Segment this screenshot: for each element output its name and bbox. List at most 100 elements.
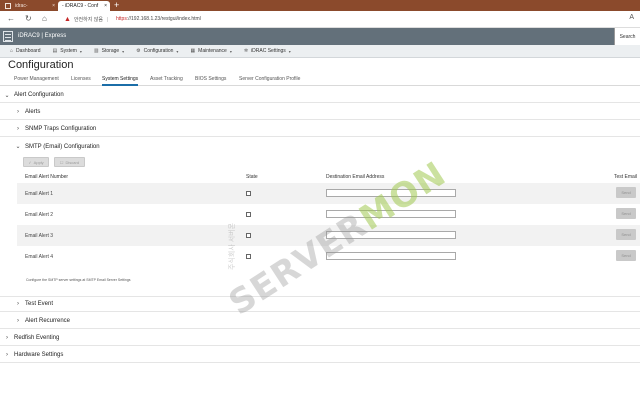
tab-close-icon[interactable]: × — [52, 3, 55, 9]
nav-label: Storage — [101, 48, 120, 54]
chevron-right-icon: › — [6, 351, 8, 358]
settings-icon: ✲ — [243, 48, 249, 54]
discard-label: Discard — [65, 159, 80, 165]
security-text: 안전하지 않음 — [73, 17, 103, 23]
nav-storage[interactable]: ▥ Storage ▾ — [88, 48, 130, 54]
storage-icon: ▥ — [93, 48, 99, 54]
column-email-alert-number: Email Alert Number — [25, 174, 69, 180]
state-checkbox[interactable] — [246, 233, 251, 238]
column-test-email: Test Email — [614, 174, 638, 180]
send-button[interactable]: Send — [616, 187, 636, 198]
section-alerts[interactable]: › Alerts — [0, 104, 640, 120]
url-scheme: https — [116, 16, 127, 22]
section-test-event[interactable]: › Test Event — [0, 296, 640, 312]
column-state: State — [246, 174, 258, 180]
home-icon: ⌂ — [10, 48, 14, 54]
address-bar: ← ↻ ⌂ ▲ 안전하지 않음 | https://192.168.1.23/r… — [0, 11, 640, 28]
configuration-icon: ⚙ — [136, 48, 141, 54]
tab-server-configuration-profile[interactable]: Server Configuration Profile — [239, 76, 300, 82]
section-title: SMTP (Email) Configuration — [25, 143, 100, 150]
nav-dashboard[interactable]: ⌂ Dashboard — [4, 48, 47, 54]
state-checkbox[interactable] — [246, 254, 251, 259]
search-button[interactable]: Search — [614, 28, 640, 45]
page-title: Configuration — [8, 59, 74, 71]
idrac-main-nav: ⌂ Dashboard ▤ System ▾ ▥ Storage ▾ ⚙ Configuratio… — [0, 45, 640, 58]
idrac-header: iDRAC9 | Express Search — [0, 28, 640, 45]
chevron-down-icon: ⌄ — [15, 144, 21, 150]
browser-tab-2[interactable]: - iDRAC9 - Conf × — [58, 1, 110, 11]
chevron-right-icon: › — [17, 125, 19, 132]
table-row: Email Alert 2 Send — [17, 204, 640, 225]
maintenance-icon: ▦ — [190, 48, 196, 54]
chevron-right-icon: › — [6, 334, 8, 341]
email-alert-name: Email Alert 1 — [25, 191, 54, 197]
nav-label: Dashboard — [16, 48, 41, 54]
read-aloud-icon[interactable]: A — [629, 14, 634, 21]
warning-icon: ▲ — [64, 16, 71, 23]
apply-label: Apply — [33, 159, 44, 165]
destination-email-input[interactable] — [326, 210, 456, 218]
smtp-settings-note: Configure the SMTP server settings at SM… — [26, 278, 131, 282]
state-checkbox[interactable] — [246, 191, 251, 196]
email-alert-name: Email Alert 2 — [25, 212, 54, 218]
send-button[interactable]: Send — [616, 250, 636, 261]
discard-button[interactable]: ☐ Discard — [54, 157, 85, 167]
nav-configuration[interactable]: ⚙ Configuration ▾ — [130, 48, 184, 54]
tab-label: - iDRAC9 - Conf — [62, 3, 99, 9]
security-indicator[interactable]: ▲ 안전하지 않음 | — [64, 16, 112, 23]
idrac-logo-icon — [3, 31, 13, 42]
destination-email-input[interactable] — [326, 231, 456, 239]
section-title: Test Event — [25, 301, 54, 307]
back-icon[interactable]: ← — [7, 14, 15, 23]
email-alert-name: Email Alert 3 — [25, 233, 54, 239]
section-alert-configuration[interactable]: ⌄ Alert Configuration — [0, 88, 640, 103]
destination-email-input[interactable] — [326, 189, 456, 197]
divider: | — [106, 16, 109, 23]
state-checkbox[interactable] — [246, 212, 251, 217]
new-tab-icon[interactable]: + — [114, 0, 119, 11]
section-title: Redfish Eventing — [14, 334, 60, 341]
section-alert-recurrence[interactable]: › Alert Recurrence — [0, 313, 640, 329]
section-title: Alert Configuration — [14, 92, 64, 98]
send-button[interactable]: Send — [616, 229, 636, 240]
destination-email-input[interactable] — [326, 252, 456, 260]
section-title: Hardware Settings — [14, 351, 64, 358]
section-title: SNMP Traps Configuration — [25, 125, 97, 132]
column-destination-email: Destination Email Address — [326, 174, 385, 180]
section-title: Alert Recurrence — [25, 317, 71, 324]
discard-icon: ☐ — [59, 159, 64, 165]
nav-label: System — [60, 48, 77, 54]
nav-maintenance[interactable]: ▦ Maintenance ▾ — [184, 48, 237, 54]
email-alert-name: Email Alert 4 — [25, 254, 54, 260]
section-hardware-settings[interactable]: › Hardware Settings — [0, 347, 640, 363]
chevron-right-icon: › — [17, 317, 19, 324]
tab-label: idrac- — [15, 3, 28, 9]
nav-system[interactable]: ▤ System ▾ — [47, 48, 88, 54]
chevron-right-icon: › — [17, 108, 19, 115]
nav-idrac-settings[interactable]: ✲ iDRAC Settings ▾ — [238, 48, 297, 54]
tab-asset-tracking[interactable]: Asset Tracking — [150, 76, 183, 82]
home-icon[interactable]: ⌂ — [42, 14, 47, 23]
chevron-down-icon: ▾ — [229, 48, 232, 54]
tab-bios-settings[interactable]: BIOS Settings — [195, 76, 226, 82]
tab-close-icon[interactable]: × — [104, 3, 107, 9]
tab-system-settings[interactable]: System Settings — [102, 76, 139, 86]
browser-tab-1[interactable]: idrac- × — [2, 1, 58, 11]
check-icon: ✓ — [28, 159, 32, 165]
section-snmp-traps[interactable]: › SNMP Traps Configuration — [0, 121, 640, 137]
config-subtabs: Power Management Licenses System Setting… — [0, 73, 640, 86]
chevron-down-icon: ▾ — [79, 48, 82, 54]
tab-favicon-icon — [5, 3, 11, 9]
table-row: Email Alert 1 Send — [17, 183, 640, 204]
tab-power-management[interactable]: Power Management — [14, 76, 59, 82]
refresh-icon[interactable]: ↻ — [25, 14, 32, 23]
tab-licenses[interactable]: Licenses — [71, 76, 91, 82]
chevron-down-icon: ⌄ — [4, 92, 10, 99]
section-smtp[interactable]: ⌄ SMTP (Email) Configuration — [0, 139, 640, 154]
apply-button[interactable]: ✓ Apply — [23, 157, 49, 167]
send-button[interactable]: Send — [616, 208, 636, 219]
url-text: ://192.168.1.23/restgui/index.html — [126, 16, 201, 22]
browser-tab-bar: idrac- × - iDRAC9 - Conf × + — [0, 0, 640, 11]
section-redfish-eventing[interactable]: › Redfish Eventing — [0, 330, 640, 346]
url-field[interactable]: https://192.168.1.23/restgui/index.html — [116, 16, 201, 22]
